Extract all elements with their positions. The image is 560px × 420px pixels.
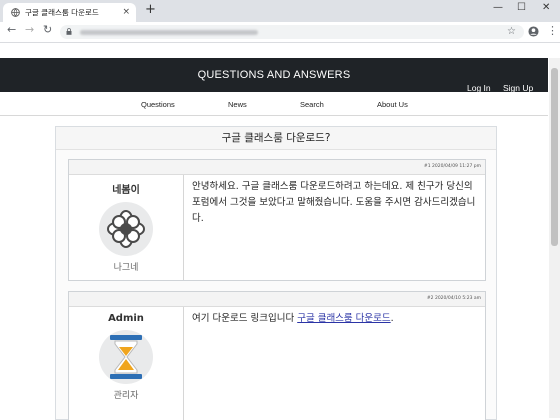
author-role: 나그네 xyxy=(113,263,139,273)
reload-icon[interactable]: ↻ xyxy=(43,23,52,36)
author-name: Admin xyxy=(108,313,144,324)
lock-icon xyxy=(66,28,72,35)
login-link[interactable]: Log In xyxy=(467,83,491,93)
maximize-icon[interactable]: ☐ xyxy=(517,2,526,13)
back-icon[interactable]: ← xyxy=(7,23,16,36)
forward-icon[interactable]: → xyxy=(25,23,34,36)
author-role: 관리자 xyxy=(113,391,139,401)
new-tab-button[interactable]: + xyxy=(145,2,156,17)
window-close-icon[interactable]: ✕ xyxy=(542,2,550,13)
site-header: QUESTIONS AND ANSWERS Log In Sign Up xyxy=(0,58,548,93)
download-link[interactable]: 구글 클래스룸 다운로드 xyxy=(297,313,390,324)
site-title: QUESTIONS AND ANSWERS xyxy=(197,69,351,81)
post-meta: #2 2020/04/10 5:23 am xyxy=(69,292,485,307)
hourglass-icon xyxy=(110,335,142,379)
author-panel: 네봄이 나그네 xyxy=(69,175,184,280)
avatar xyxy=(99,202,153,256)
question-container: 구글 클래스룸 다운로드? #1 2020/04/09 11:27 pm 네봄이 xyxy=(55,126,497,420)
post-1: #1 2020/04/09 11:27 pm 네봄이 나그네 안녕하세요. 구글… xyxy=(68,159,486,281)
profile-icon[interactable] xyxy=(528,26,539,37)
scrollbar-thumb[interactable] xyxy=(551,68,558,246)
flower-icon xyxy=(107,210,145,248)
tab-close-icon[interactable]: × xyxy=(122,3,130,22)
page-scrollbar[interactable] xyxy=(549,58,560,418)
blurred-url xyxy=(80,30,258,35)
nav-search[interactable]: Search xyxy=(300,100,324,109)
message-text: 여기 다운로드 링크입니다 xyxy=(192,313,298,324)
signup-link[interactable]: Sign Up xyxy=(503,83,533,93)
browser-menu-icon[interactable]: ⋮ xyxy=(547,24,558,37)
nav-questions[interactable]: Questions xyxy=(141,100,175,109)
bookmark-star-icon[interactable]: ☆ xyxy=(507,25,516,39)
post-meta: #1 2020/04/09 11:27 pm xyxy=(69,160,485,175)
globe-icon xyxy=(11,8,20,17)
post-message: 여기 다운로드 링크입니다 구글 클래스룸 다운로드. xyxy=(192,311,477,327)
nav-about[interactable]: About Us xyxy=(377,100,408,109)
browser-tab-bar: 구글 클래스룸 다운로드 × + — ☐ ✕ xyxy=(0,0,560,22)
browser-tab[interactable]: 구글 클래스룸 다운로드 × xyxy=(3,3,136,22)
question-title: 구글 클래스룸 다운로드? xyxy=(56,127,496,150)
post-2: #2 2020/04/10 5:23 am Admin 관리자 여기 다운로드 … xyxy=(68,291,486,420)
minimize-icon[interactable]: — xyxy=(493,2,503,13)
browser-toolbar: ← → ↻ ☆ ⋮ xyxy=(0,22,560,43)
author-panel: Admin 관리자 xyxy=(69,307,184,420)
site-nav: Questions News Search About Us xyxy=(0,95,548,116)
tab-title: 구글 클래스룸 다운로드 xyxy=(25,8,99,17)
author-name: 네봄이 xyxy=(112,185,140,196)
avatar xyxy=(99,330,153,384)
nav-news[interactable]: News xyxy=(228,100,247,109)
message-suffix: . xyxy=(390,313,394,324)
address-bar[interactable]: ☆ xyxy=(60,25,524,39)
post-message: 안녕하세요. 구글 클래스룸 다운로드하려고 하는데요. 제 친구가 당신의 포… xyxy=(192,181,476,224)
